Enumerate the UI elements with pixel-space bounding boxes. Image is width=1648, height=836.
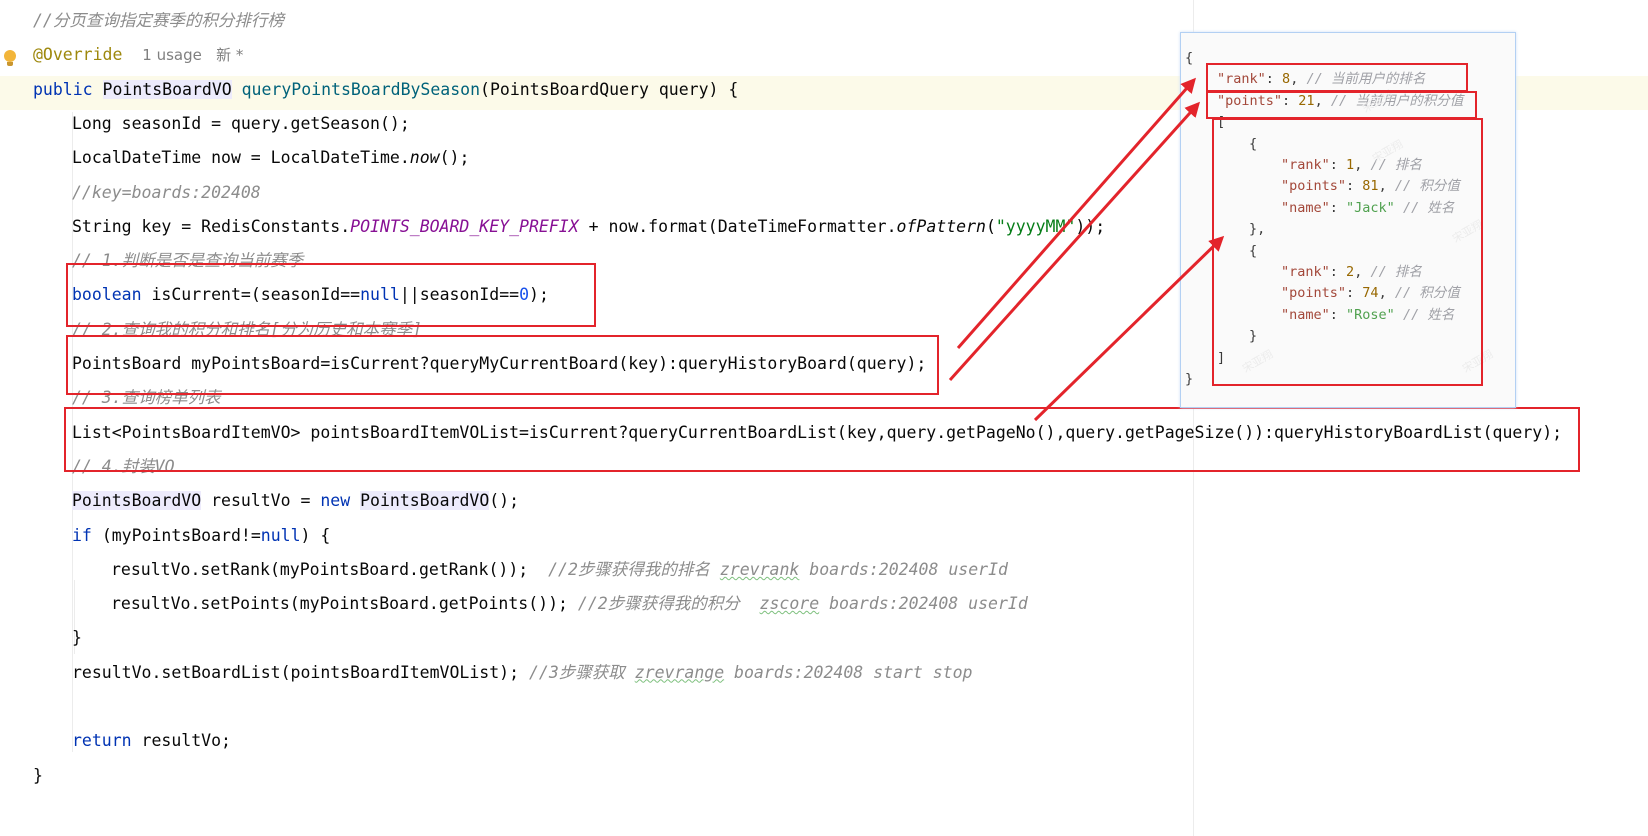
annotation-arrows bbox=[948, 77, 1225, 422]
arrow-to-rank bbox=[956, 77, 1196, 349]
arrow-to-list bbox=[1033, 235, 1225, 422]
arrow-to-points bbox=[948, 101, 1201, 382]
